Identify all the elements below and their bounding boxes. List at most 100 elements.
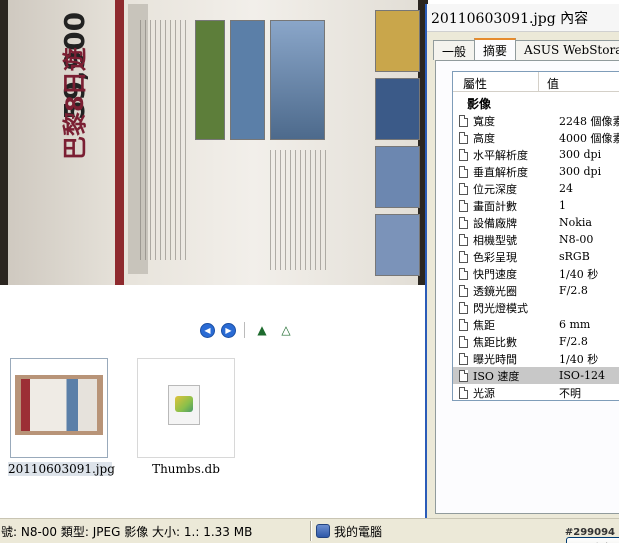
brochure-photo (230, 20, 265, 140)
column-header-property[interactable]: 屬性 (453, 72, 539, 91)
property-value: 2248 個像素 (559, 114, 619, 128)
property-name: ISO 速度 (473, 369, 520, 383)
rotate-counterclockwise-icon[interactable]: △ (277, 323, 295, 337)
property-row[interactable]: 相機型號 N8-00 (453, 231, 619, 248)
property-name: 位元深度 (473, 182, 517, 196)
properties-dialog: 20110603091.jpg 內容 一般 摘要 ASUS WebStorag … (425, 4, 619, 543)
property-row[interactable]: ISO 速度 ISO-124 (453, 367, 619, 384)
document-icon (459, 335, 468, 348)
previous-image-icon[interactable]: ◀ (200, 322, 215, 338)
file-thumbnail-jpg[interactable] (10, 358, 108, 458)
file-name-db[interactable]: Thumbs.db (137, 462, 235, 476)
document-icon (459, 352, 468, 365)
dialog-title: 20110603091.jpg 內容 (427, 4, 619, 32)
brochure-photo (270, 20, 325, 140)
document-icon (459, 250, 468, 263)
property-row[interactable]: 設備廠牌 Nokia (453, 214, 619, 231)
property-name: 水平解析度 (473, 148, 528, 162)
column-header-value[interactable]: 值 (539, 72, 559, 91)
property-name: 設備廠牌 (473, 216, 517, 230)
property-row[interactable]: 曝光時間 1/40 秒 (453, 350, 619, 367)
property-row[interactable]: 閃光燈模式 (453, 299, 619, 316)
property-value: 24 (559, 182, 573, 195)
file-name-jpg[interactable]: 20110603091.jpg (8, 462, 115, 476)
property-row[interactable]: 水平解析度 300 dpi (453, 146, 619, 163)
document-icon (459, 301, 468, 314)
property-name: 寬度 (473, 114, 495, 128)
property-value: F/2.8 (559, 284, 588, 297)
property-value: 1 (559, 199, 566, 212)
photo-preview: 59,900 巴黎8日遊 (0, 0, 428, 285)
property-value: 300 dpi (559, 148, 602, 161)
status-location: 我的電腦 (312, 523, 382, 540)
property-name: 相機型號 (473, 233, 517, 247)
properties-list[interactable]: 屬性 值 影像 寬度 2248 個像素高度 4000 個像素水平解析度 300 dpi… (452, 71, 619, 401)
property-row[interactable]: 畫面計數 1 (453, 197, 619, 214)
property-name: 畫面計數 (473, 199, 517, 213)
summary-panel: 屬性 值 影像 寬度 2248 個像素高度 4000 個像素水平解析度 300 dpi… (435, 60, 619, 543)
property-row[interactable]: 寬度 2248 個像素 (453, 112, 619, 129)
tab-general[interactable]: 一般 (433, 40, 476, 60)
viewer-toolbar: ◀ ▶ ▲ △ (200, 322, 295, 338)
document-icon (459, 114, 468, 127)
rotate-clockwise-icon[interactable]: ▲ (253, 323, 271, 337)
property-value: 6 mm (559, 318, 591, 331)
document-icon (459, 131, 468, 144)
my-computer-icon (316, 524, 330, 538)
property-row[interactable]: 高度 4000 個像素 (453, 129, 619, 146)
property-name: 垂直解析度 (473, 165, 528, 179)
tab-summary[interactable]: 摘要 (474, 38, 517, 60)
brochure-photo (195, 20, 225, 140)
property-row[interactable]: 光源 不明 (453, 384, 619, 400)
document-icon (459, 165, 468, 178)
file-thumbnail-db[interactable] (137, 358, 235, 458)
status-bar: 號: N8-00 類型: JPEG 影像 大小: 1.: 1.33 MB 我的電… (0, 518, 619, 543)
property-row[interactable]: 色彩呈現 sRGB (453, 248, 619, 265)
property-row[interactable]: 快門速度 1/40 秒 (453, 265, 619, 282)
property-value: ISO-124 (559, 369, 606, 382)
property-value: Nokia (559, 216, 592, 229)
property-row[interactable]: 焦距比數 F/2.8 (453, 333, 619, 350)
list-header: 屬性 值 (453, 72, 619, 92)
next-image-icon[interactable]: ▶ (221, 322, 236, 338)
document-icon (459, 182, 468, 195)
status-details: 號: N8-00 類型: JPEG 影像 大小: 1.: 1.33 MB (1, 524, 253, 539)
document-icon (459, 233, 468, 246)
group-header-image: 影像 (467, 97, 492, 111)
brochure-title: 巴黎8日遊 (61, 47, 89, 160)
document-icon (459, 369, 468, 382)
dialog-tabs: 一般 摘要 ASUS WebStorag (427, 38, 619, 60)
property-row[interactable]: 焦距 6 mm (453, 316, 619, 333)
property-name: 快門速度 (473, 267, 517, 281)
property-value: 1/40 秒 (559, 267, 599, 281)
property-name: 色彩呈現 (473, 250, 517, 264)
image-thumbnail (15, 375, 103, 435)
brochure-photo (375, 10, 420, 72)
brochure-photo (375, 78, 420, 140)
property-row[interactable]: 垂直解析度 300 dpi (453, 163, 619, 180)
property-name: 曝光時間 (473, 352, 517, 366)
ok-button[interactable]: 確定 (566, 537, 619, 543)
property-name: 高度 (473, 131, 495, 145)
document-icon (459, 386, 468, 399)
property-row[interactable]: 透鏡光圈 F/2.8 (453, 282, 619, 299)
document-icon (459, 216, 468, 229)
tab-asus-webstorage[interactable]: ASUS WebStorag (515, 40, 619, 60)
toolbar-separator (244, 322, 245, 338)
property-value: F/2.8 (559, 335, 588, 348)
property-name: 焦距比數 (473, 335, 517, 349)
property-name: 焦距 (473, 318, 495, 332)
property-name: 閃光燈模式 (473, 301, 528, 315)
database-file-icon (168, 385, 200, 425)
property-row[interactable]: 位元深度 24 (453, 180, 619, 197)
image-viewer: 59,900 巴黎8日遊 ◀ ▶ ▲ △ (0, 0, 430, 358)
document-icon (459, 148, 468, 161)
property-value: sRGB (559, 250, 590, 263)
brochure-text-block (140, 20, 190, 260)
brochure-text-block (270, 150, 330, 270)
property-value: 不明 (559, 386, 581, 400)
property-value: 4000 個像素 (559, 131, 619, 145)
document-icon (459, 318, 468, 331)
property-name: 透鏡光圈 (473, 284, 517, 298)
property-value: N8-00 (559, 233, 594, 246)
